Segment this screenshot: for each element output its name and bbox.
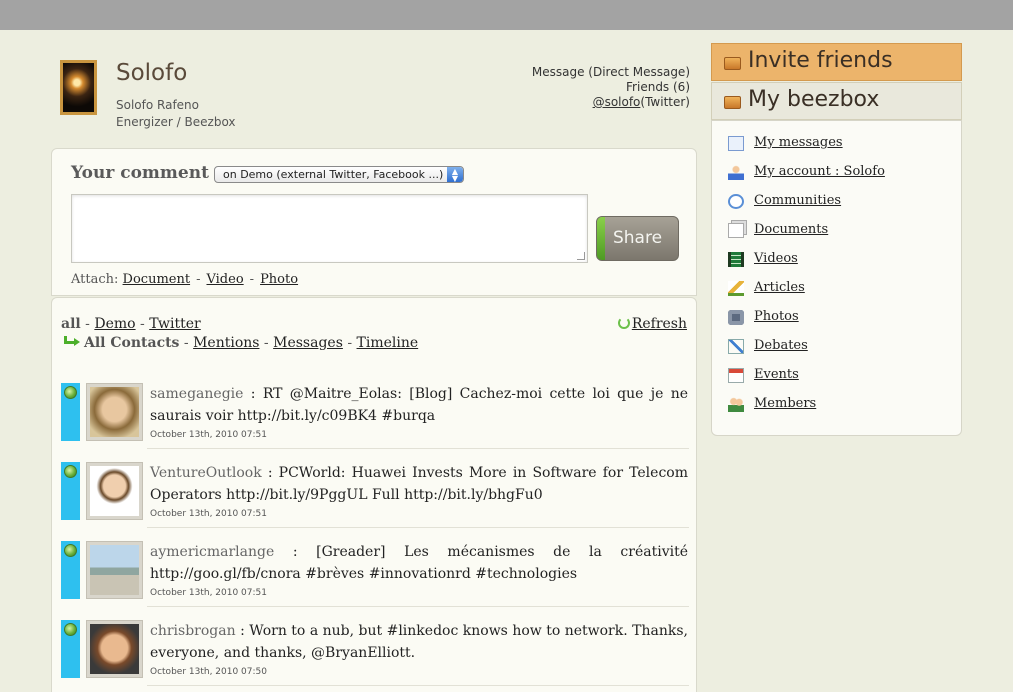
- tab-my-beezbox[interactable]: My beezbox: [711, 82, 962, 120]
- documents-icon: [728, 223, 744, 238]
- menu-item-label[interactable]: Communities: [754, 193, 841, 208]
- feed-divider: [147, 685, 689, 686]
- filter-all-contacts[interactable]: All Contacts: [84, 335, 179, 351]
- filter-timeline-link[interactable]: Timeline: [357, 335, 419, 351]
- feed-item: VentureOutlook : PCWorld: Huawei Invests…: [61, 462, 689, 520]
- globe-icon: [64, 544, 77, 557]
- feed-item: aymericmarlange : [Greader] Les mécanism…: [61, 541, 689, 599]
- checkmark-icon: [728, 339, 744, 354]
- profile-links: Message (Direct Message) Friends (6) @so…: [532, 65, 690, 110]
- feed-item-text: VentureOutlook : PCWorld: Huawei Invests…: [150, 465, 688, 503]
- calendar-icon: [728, 368, 744, 383]
- feed-divider: [147, 448, 689, 449]
- feed-item-date: October 13th, 2010 07:51: [150, 430, 267, 440]
- globe-icon: [64, 386, 77, 399]
- twitter-suffix: (Twitter): [640, 95, 690, 109]
- contact-filter: All Contacts - Mentions - Messages - Tim…: [64, 335, 418, 351]
- speech-bubbles-icon: [728, 194, 744, 209]
- source-filter: all - Demo - Twitter: [61, 316, 201, 332]
- profile-avatar: [60, 60, 97, 115]
- person-icon: [728, 165, 744, 180]
- feed-item: chrisbrogan : Worn to a nub, but #linked…: [61, 620, 689, 678]
- menu-item-label[interactable]: Videos: [754, 251, 798, 266]
- menu-item-label[interactable]: Events: [754, 367, 799, 382]
- menu-item-label[interactable]: My messages: [754, 135, 843, 150]
- friends-link[interactable]: Friends (6): [532, 80, 690, 95]
- profile-full-name: Solofo Rafeno: [116, 98, 199, 112]
- film-icon: [728, 252, 744, 267]
- globe-icon: [64, 465, 77, 478]
- source-bar: [61, 383, 80, 441]
- feed-panel: all - Demo - Twitter All Contacts - Ment…: [51, 297, 697, 692]
- refresh-label[interactable]: Refresh: [632, 316, 687, 332]
- feed-item-date: October 13th, 2010 07:51: [150, 588, 267, 598]
- target-select[interactable]: on Demo (external Twitter, Facebook ...)…: [214, 166, 464, 183]
- source-bar: [61, 462, 80, 520]
- beezbox-menu: My messages My account : Solofo Communit…: [711, 120, 962, 436]
- menu-item-label[interactable]: Debates: [754, 338, 808, 353]
- feed-item-text: chrisbrogan : Worn to a nub, but #linked…: [150, 623, 688, 661]
- attach-label: Attach:: [71, 272, 119, 287]
- feed-item: sameganegie : RT @Maitre_Eolas: [Blog] C…: [61, 383, 689, 441]
- menu-item-label[interactable]: Photos: [754, 309, 799, 324]
- filter-messages-link[interactable]: Messages: [273, 335, 343, 351]
- members-icon: [728, 397, 744, 412]
- share-button-label: Share: [612, 228, 663, 248]
- source-bar: [61, 620, 80, 678]
- share-button[interactable]: Share: [596, 216, 679, 261]
- user-avatar[interactable]: [86, 383, 143, 441]
- pencil-icon: [728, 281, 744, 296]
- target-select-value: on Demo (external Twitter, Facebook ...): [223, 168, 444, 181]
- camera-icon: [728, 310, 744, 325]
- green-arrow-icon: [64, 336, 80, 348]
- feed-item-text: sameganegie : RT @Maitre_Eolas: [Blog] C…: [150, 386, 688, 424]
- browser-top-bar: [0, 0, 1013, 30]
- source-bar: [61, 541, 80, 599]
- refresh-icon: [617, 317, 630, 329]
- feed-item-user[interactable]: aymericmarlange: [150, 544, 274, 560]
- attach-photo-link[interactable]: Photo: [260, 272, 298, 287]
- filter-mentions-link[interactable]: Mentions: [193, 335, 259, 351]
- folder-icon: [724, 57, 741, 70]
- feed-divider: [147, 606, 689, 607]
- comment-title: Your comment: [71, 163, 209, 183]
- twitter-handle-link[interactable]: @solofo: [593, 95, 641, 109]
- tab-invite-friends-label: Invite friends: [748, 48, 893, 73]
- feed-item-user[interactable]: VentureOutlook: [150, 465, 262, 481]
- user-avatar[interactable]: [86, 620, 143, 678]
- attach-document-link[interactable]: Document: [123, 272, 191, 287]
- filter-all[interactable]: all: [61, 316, 81, 332]
- feed-item-user[interactable]: sameganegie: [150, 386, 243, 402]
- feed-item-user[interactable]: chrisbrogan: [150, 623, 236, 639]
- user-avatar[interactable]: [86, 541, 143, 599]
- filter-demo-link[interactable]: Demo: [94, 316, 135, 332]
- menu-item-label[interactable]: Articles: [754, 280, 805, 295]
- globe-icon: [64, 623, 77, 636]
- tab-invite-friends[interactable]: Invite friends: [711, 43, 962, 81]
- feed-item-date: October 13th, 2010 07:51: [150, 509, 267, 519]
- tab-my-beezbox-label: My beezbox: [748, 87, 880, 112]
- folder-icon: [724, 96, 741, 109]
- filter-twitter-link[interactable]: Twitter: [149, 316, 201, 332]
- resize-grip-icon[interactable]: [577, 252, 585, 260]
- mail-icon: [728, 136, 744, 151]
- user-avatar[interactable]: [86, 462, 143, 520]
- feed-item-text: aymericmarlange : [Greader] Les mécanism…: [150, 544, 688, 582]
- comment-textarea[interactable]: [71, 194, 588, 263]
- attach-row: Attach: Document - Video - Photo: [71, 272, 299, 287]
- refresh-link[interactable]: Refresh: [617, 316, 687, 332]
- profile-role: Energizer / Beezbox: [116, 115, 236, 129]
- select-arrows-icon: ▲ ▼: [447, 167, 463, 182]
- direct-message-link[interactable]: Message (Direct Message): [532, 65, 690, 80]
- attach-video-link[interactable]: Video: [206, 272, 243, 287]
- profile-name: Solofo: [116, 60, 188, 86]
- feed-item-date: October 13th, 2010 07:50: [150, 667, 267, 677]
- menu-item-label[interactable]: My account : Solofo: [754, 164, 885, 179]
- comment-panel: Your comment on Demo (external Twitter, …: [51, 148, 697, 296]
- menu-item-label[interactable]: Members: [754, 396, 816, 411]
- feed-divider: [147, 527, 689, 528]
- menu-item-label[interactable]: Documents: [754, 222, 828, 237]
